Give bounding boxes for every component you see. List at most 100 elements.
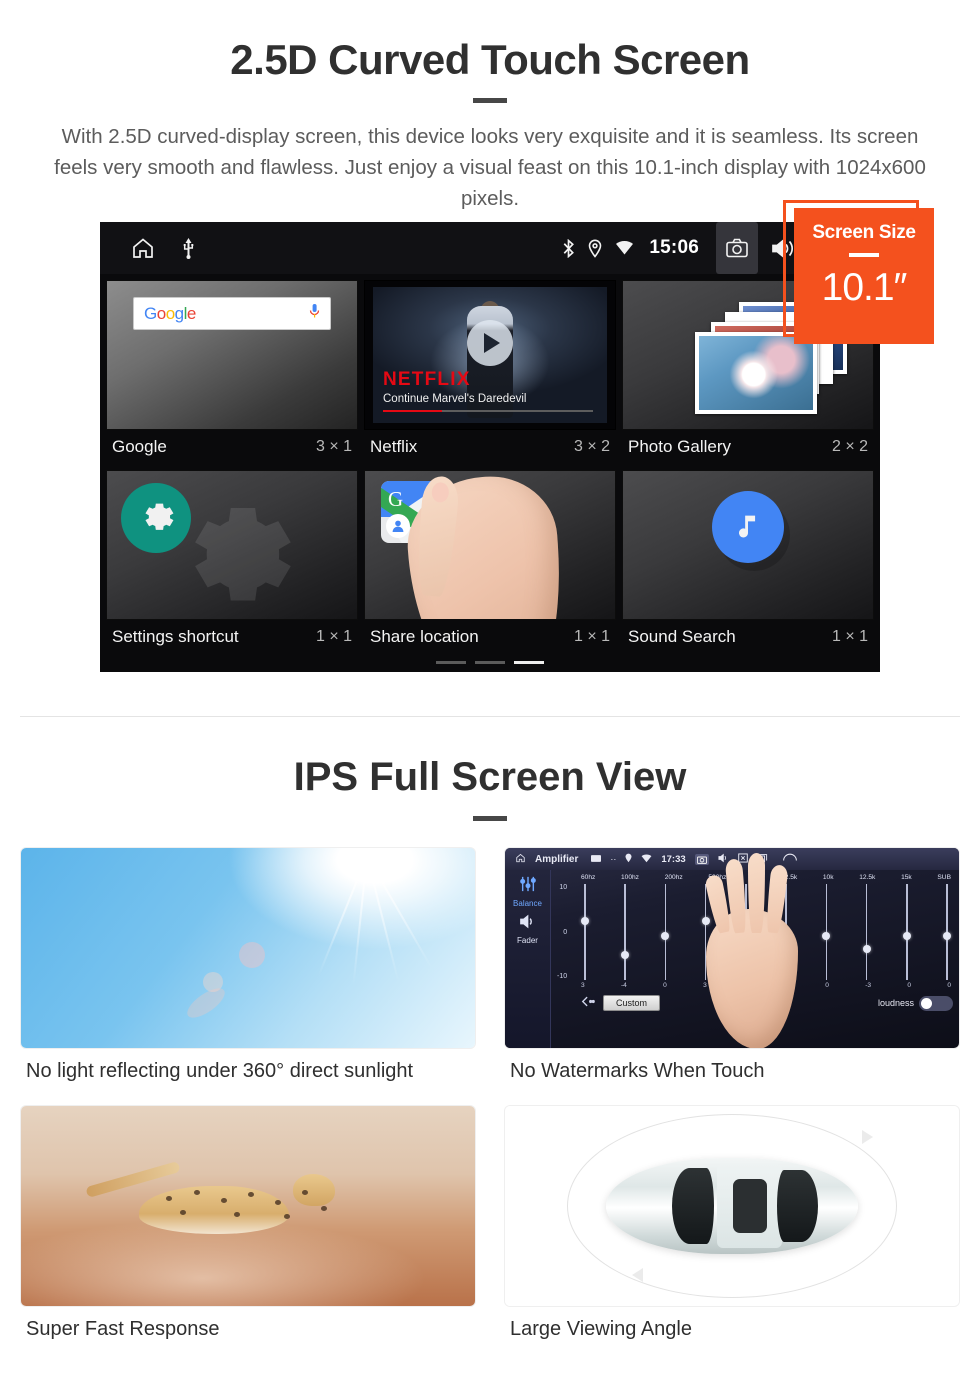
eq-slider[interactable] xyxy=(862,884,871,980)
widget-sound-search[interactable]: Sound Search 1 × 1 xyxy=(622,470,874,656)
widget-grid: Google Google 3 × 1 NETFLIX Continue Mar… xyxy=(100,274,880,656)
sun-ray xyxy=(366,855,400,983)
eq-slider[interactable] xyxy=(942,884,951,980)
desert-background xyxy=(21,1106,475,1306)
page-indicator[interactable] xyxy=(100,661,880,664)
touching-hand xyxy=(704,852,799,1048)
home-icon[interactable] xyxy=(515,853,526,865)
page-title: 2.5D Curved Touch Screen xyxy=(230,36,750,83)
bluetooth-icon[interactable] xyxy=(562,238,575,258)
band-label: SUB xyxy=(937,874,951,881)
loudness-label: loudness xyxy=(877,998,914,1008)
photo-frame-front xyxy=(695,331,817,414)
feature-cards: No light reflecting under 360° direct su… xyxy=(20,847,960,1359)
ips-full-screen-section: IPS Full Screen View No light reflecting… xyxy=(0,717,980,1359)
car-top-view-image xyxy=(504,1105,960,1307)
share-location-widget[interactable]: G xyxy=(364,470,616,620)
scale-mid: 0 xyxy=(563,928,568,936)
widget-dims: 1 × 1 xyxy=(315,628,352,645)
status-time: 15:06 xyxy=(649,237,699,258)
touching-hand xyxy=(403,472,569,619)
band-label: 15k xyxy=(901,874,912,881)
settings-shortcut-widget[interactable] xyxy=(106,470,358,620)
widget-settings-shortcut[interactable]: Settings shortcut 1 × 1 xyxy=(106,470,358,656)
location-icon xyxy=(625,853,632,865)
card-fast-response: Super Fast Response xyxy=(20,1105,476,1359)
equalizer-sliders: 10 0 -10 xyxy=(555,852,953,1048)
badge-label: Screen Size xyxy=(812,222,916,243)
screenshot-button[interactable] xyxy=(716,222,758,274)
eq-slider[interactable] xyxy=(902,884,911,980)
eq-value: -4 xyxy=(620,982,627,989)
page-dot[interactable] xyxy=(475,661,505,664)
eq-value: 0 xyxy=(947,982,951,989)
play-button-icon[interactable] xyxy=(467,319,513,366)
equalizer-panel: 60hz 100hz 200hz 500hz 1k 2.5k 10k 12.5k… xyxy=(551,852,959,1048)
sd-card-icon xyxy=(591,854,602,865)
balance-icon[interactable] xyxy=(519,876,537,897)
sky-gradient xyxy=(21,848,475,1048)
camera-icon xyxy=(726,238,748,258)
android-status-bar: 15:06 xyxy=(100,222,880,274)
sunlight-sky-image xyxy=(20,847,476,1049)
widget-label: Google 3 × 1 xyxy=(106,430,358,466)
eq-slider[interactable] xyxy=(822,884,831,980)
car-body xyxy=(606,1158,858,1254)
widget-netflix[interactable]: NETFLIX Continue Marvel's Daredevil Netf… xyxy=(364,280,616,466)
google-logo: Google xyxy=(144,303,196,323)
location-icon[interactable] xyxy=(588,239,602,258)
search-input[interactable]: Google xyxy=(133,297,331,330)
card-sunlight: No light reflecting under 360° direct su… xyxy=(20,847,476,1101)
eq-slider[interactable] xyxy=(581,884,589,980)
title-divider xyxy=(473,98,507,104)
band-label: 100hz xyxy=(621,874,639,881)
widget-name: Google xyxy=(112,437,167,456)
netflix-widget[interactable]: NETFLIX Continue Marvel's Daredevil xyxy=(364,280,616,430)
screen-size-badge: Screen Size 10.1″ xyxy=(794,208,934,344)
back-icon[interactable] xyxy=(782,853,797,865)
section-title: IPS Full Screen View xyxy=(293,755,687,799)
camera-icon[interactable] xyxy=(694,853,709,865)
amplifier-body: Balance Fader 60hz 100hz 200hz 50 xyxy=(505,852,959,1048)
widget-google[interactable]: Google Google 3 × 1 xyxy=(106,280,358,466)
scale-top: 10 xyxy=(559,884,568,891)
netflix-artwork: NETFLIX Continue Marvel's Daredevil xyxy=(373,287,607,423)
eq-slider[interactable] xyxy=(621,884,630,980)
google-search-widget[interactable]: Google xyxy=(106,280,358,430)
back-arrow-icon[interactable] xyxy=(581,994,595,1012)
widget-share-location[interactable]: G Share location 1 × 1 xyxy=(364,470,616,656)
progress-bar xyxy=(383,409,593,412)
curved-touch-screen-section: 2.5D Curved Touch Screen With 2.5D curve… xyxy=(0,0,980,716)
widget-name: Netflix xyxy=(370,437,418,456)
car-scene xyxy=(505,1106,959,1306)
sun-ray xyxy=(366,855,433,970)
eq-slider[interactable] xyxy=(661,884,670,980)
microphone-icon[interactable] xyxy=(309,303,320,324)
preset-button[interactable]: Custom xyxy=(603,995,661,1011)
eq-value: 3 xyxy=(581,982,585,989)
card-caption: Super Fast Response xyxy=(26,1318,220,1340)
wifi-icon xyxy=(641,853,652,865)
card-caption: No Watermarks When Touch xyxy=(510,1060,765,1082)
widget-label: Netflix 3 × 2 xyxy=(364,430,616,466)
gear-icon-badge[interactable] xyxy=(121,483,191,553)
card-viewing-angle: Large Viewing Angle xyxy=(504,1105,960,1359)
fader-icon[interactable] xyxy=(519,914,537,934)
wifi-icon[interactable] xyxy=(615,240,634,256)
loudness-toggle[interactable] xyxy=(919,995,953,1011)
widget-name: Sound Search xyxy=(628,627,736,646)
home-icon[interactable] xyxy=(130,236,156,260)
music-note-icon[interactable] xyxy=(712,491,784,564)
maps-g-letter: G xyxy=(388,487,404,511)
loudness-control[interactable]: loudness xyxy=(877,995,953,1011)
sound-search-widget[interactable] xyxy=(622,470,874,620)
badge-value: 10.1″ xyxy=(821,266,908,309)
page-dot-active[interactable] xyxy=(514,661,544,664)
usb-icon[interactable] xyxy=(182,237,195,259)
fader-label: Fader xyxy=(517,936,538,945)
badge-divider xyxy=(849,253,879,257)
amplifier-equalizer-screen: Amplifier ·· 17:33 Balance Fader 60hz 10… xyxy=(504,847,960,1049)
page-dot[interactable] xyxy=(436,661,466,664)
eq-value: 0 xyxy=(907,982,912,989)
band-label: 60hz xyxy=(581,874,596,881)
